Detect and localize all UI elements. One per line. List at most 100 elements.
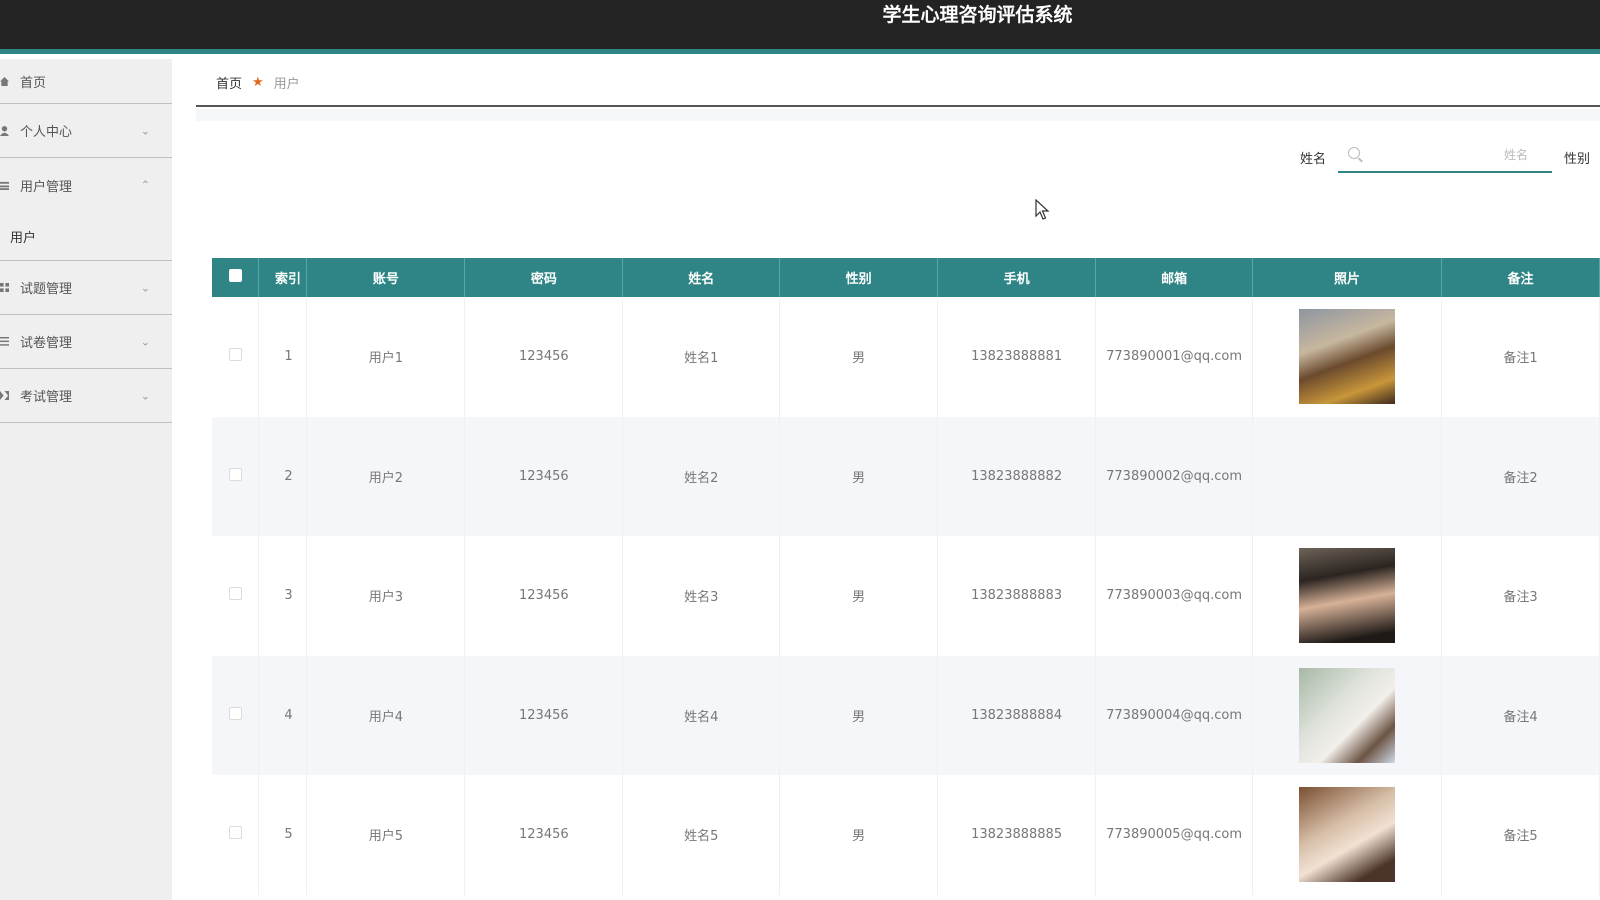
chevron-down-icon: ⌄	[140, 281, 150, 294]
user-photo[interactable]	[1299, 309, 1396, 405]
home-icon	[0, 74, 16, 88]
search-gender-label: 性别	[1564, 152, 1591, 167]
cell-photo	[1252, 536, 1442, 656]
table-row[interactable]: 3 用户3 123456 姓名3 男 13823888883 773890003…	[212, 536, 1600, 656]
cell-index: 3	[258, 536, 308, 656]
sidebar-item-paper-management[interactable]: 试卷管理 ⌄	[0, 315, 172, 369]
chevron-down-icon: ⌄	[140, 335, 150, 348]
cell-remark: 备注4	[1441, 655, 1600, 775]
select-all-cell[interactable]	[212, 258, 260, 297]
main-content: 首页 ★ 用户 姓名 性别 索引 账号 密码 姓名 性别 手机 邮箱	[196, 59, 1600, 900]
cell-account: 用户3	[306, 536, 466, 656]
user-icon	[0, 124, 16, 138]
row-checkbox[interactable]	[228, 706, 242, 720]
table-row[interactable]: 2 用户2 123456 姓名2 男 13823888882 773890002…	[212, 416, 1600, 536]
cell-phone: 13823888885	[937, 775, 1097, 895]
row-checkbox[interactable]	[228, 826, 242, 840]
cell-index: 2	[258, 416, 308, 536]
cell-account: 用户2	[306, 416, 466, 536]
content-band	[196, 109, 1600, 121]
user-photo[interactable]	[1299, 667, 1396, 763]
grid-icon	[0, 281, 16, 295]
search-name-input[interactable]	[1368, 144, 1528, 166]
cell-name: 姓名2	[622, 416, 781, 536]
sidebar: 首页 个人中心 ⌄ 用户管理 ⌃ 用户 试题管理 ⌄ 试卷管理 ⌄ 考试管理 ⌄	[0, 59, 172, 900]
breadcrumb-home[interactable]: 首页	[216, 73, 242, 92]
column-header-gender: 性别	[779, 258, 939, 297]
cell-name: 姓名1	[622, 297, 781, 417]
cell-index: 1	[258, 297, 308, 417]
breadcrumb-separator-icon: ★	[252, 74, 264, 90]
cell-email: 773890003@qq.com	[1095, 536, 1254, 656]
cell-remark: 备注1	[1441, 297, 1600, 417]
cell-index: 5	[258, 775, 308, 895]
cell-gender: 男	[779, 655, 939, 775]
select-all-checkbox[interactable]	[228, 269, 242, 282]
cell-email: 773890001@qq.com	[1095, 297, 1254, 417]
chevron-down-icon: ⌄	[140, 124, 150, 137]
table-row[interactable]: 4 用户4 123456 姓名4 男 13823888884 773890004…	[212, 655, 1600, 775]
cell-password: 123456	[464, 655, 624, 775]
sidebar-item-home[interactable]: 首页	[0, 59, 172, 104]
cell-gender: 男	[779, 536, 939, 656]
users-icon	[0, 178, 16, 192]
sidebar-item-label: 考试管理	[20, 390, 73, 405]
column-header-photo: 照片	[1252, 258, 1442, 297]
table-row[interactable]: 1 用户1 123456 姓名1 男 13823888881 773890001…	[212, 297, 1600, 417]
cell-account: 用户4	[306, 655, 466, 775]
sidebar-item-question-management[interactable]: 试题管理 ⌄	[0, 261, 172, 315]
chevron-down-icon: ⌄	[140, 389, 150, 402]
sidebar-item-label: 用户管理	[20, 179, 73, 195]
cell-remark: 备注3	[1441, 536, 1600, 656]
cell-phone: 13823888883	[937, 536, 1097, 656]
cell-gender: 男	[779, 416, 939, 536]
row-checkbox[interactable]	[228, 467, 242, 481]
cell-account: 用户5	[306, 775, 466, 895]
sidebar-item-label: 试题管理	[20, 282, 73, 297]
cell-phone: 13823888884	[937, 655, 1097, 775]
user-photo[interactable]	[1299, 787, 1396, 883]
sidebar-item-exam-management[interactable]: 考试管理 ⌄	[0, 369, 172, 423]
user-table: 索引 账号 密码 姓名 性别 手机 邮箱 照片 备注 1 用户1 123456 …	[212, 258, 1600, 895]
cell-gender: 男	[779, 775, 939, 895]
column-header-phone: 手机	[937, 258, 1097, 297]
app-title: 学生心理咨询评估系统	[882, 4, 1073, 26]
exam-icon	[0, 389, 16, 403]
table-row[interactable]: 5 用户5 123456 姓名5 男 13823888885 773890005…	[212, 775, 1600, 895]
cell-remark: 备注5	[1441, 775, 1600, 895]
cell-photo	[1252, 775, 1442, 895]
search-icon	[1348, 147, 1360, 159]
cell-email: 773890004@qq.com	[1095, 655, 1254, 775]
cell-remark: 备注2	[1441, 416, 1600, 536]
user-photo[interactable]	[1299, 548, 1396, 644]
cell-phone: 13823888881	[937, 297, 1097, 417]
sidebar-item-user-management[interactable]: 用户管理 ⌃	[0, 158, 172, 212]
cell-index: 4	[258, 655, 308, 775]
cell-email: 773890002@qq.com	[1095, 416, 1254, 536]
sidebar-item-label: 个人中心	[20, 125, 73, 140]
search-name-field[interactable]	[1338, 139, 1552, 173]
cell-account: 用户1	[306, 297, 466, 417]
sidebar-item-label: 首页	[20, 75, 47, 91]
row-checkbox[interactable]	[228, 348, 242, 362]
search-name-label: 姓名	[1300, 152, 1327, 167]
list-icon	[0, 335, 16, 349]
cell-photo	[1252, 655, 1442, 775]
cell-photo	[1252, 297, 1442, 417]
row-checkbox[interactable]	[228, 587, 242, 601]
cell-password: 123456	[464, 416, 624, 536]
sidebar-item-personal-center[interactable]: 个人中心 ⌄	[0, 104, 172, 158]
cell-photo	[1252, 416, 1442, 536]
cell-password: 123456	[464, 536, 624, 656]
cell-name: 姓名5	[622, 775, 781, 895]
cell-name: 姓名4	[622, 655, 781, 775]
column-header-index: 索引	[258, 258, 308, 297]
sidebar-subitem-user[interactable]: 用户	[0, 212, 172, 261]
cell-phone: 13823888882	[937, 416, 1097, 536]
cell-password: 123456	[464, 297, 624, 417]
column-header-remark: 备注	[1441, 258, 1600, 297]
column-header-account: 账号	[306, 258, 466, 297]
cell-email: 773890005@qq.com	[1095, 775, 1254, 895]
cell-password: 123456	[464, 775, 624, 895]
column-header-name: 姓名	[622, 258, 781, 297]
